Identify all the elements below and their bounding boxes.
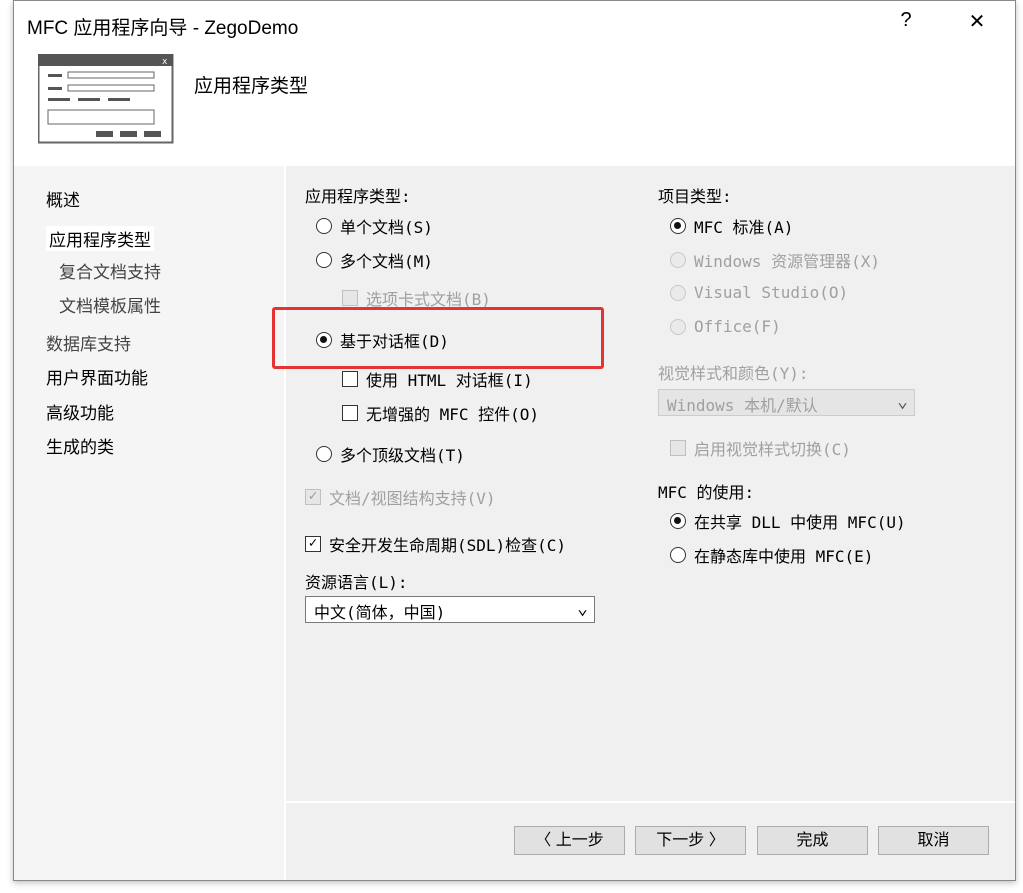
mfc-use-label: MFC 的使用: bbox=[658, 483, 755, 502]
checkbox-html-dialog[interactable]: 使用 HTML 对话框(I) bbox=[342, 367, 533, 391]
divider bbox=[286, 801, 1015, 803]
sidebar: 概述 应用程序类型 复合文档支持 文档模板属性 数据库支持 用户界面功能 高级功… bbox=[14, 166, 284, 880]
style-select[interactable]: Windows 本机/默认 ⌄ bbox=[658, 389, 915, 416]
finish-button[interactable]: 完成 bbox=[757, 826, 868, 855]
lang-label: 资源语言(L): bbox=[305, 573, 408, 592]
radio-icon bbox=[316, 218, 332, 234]
window-title: MFC 应用程序向导 - ZegoDemo bbox=[27, 18, 299, 39]
checkbox-icon: ✓ bbox=[305, 536, 321, 552]
checkbox-style-switch[interactable]: 启用视觉样式切换(C) bbox=[670, 436, 851, 460]
chevron-down-icon: ⌄ bbox=[897, 391, 908, 412]
help-button[interactable]: ? bbox=[891, 9, 921, 32]
checkbox-icon bbox=[342, 290, 358, 306]
checkbox-no-enhanced[interactable]: 无增强的 MFC 控件(O) bbox=[342, 401, 539, 425]
label: 使用 HTML 对话框(I) bbox=[366, 371, 533, 390]
checkbox-icon bbox=[342, 371, 358, 387]
content-panel: 应用程序类型: 单个文档(S) 多个文档(M) 选项卡式文档(B) 基于对话框(… bbox=[272, 166, 1015, 880]
next-button[interactable]: 下一步 〉 bbox=[635, 826, 746, 855]
close-button[interactable]: ✕ bbox=[962, 9, 992, 34]
label: 安全开发生命周期(SDL)检查(C) bbox=[329, 536, 567, 555]
radio-icon bbox=[316, 446, 332, 462]
nav-doc-template[interactable]: 文档模板属性 bbox=[59, 292, 161, 317]
radio-static-lib[interactable]: 在静态库中使用 MFC(E) bbox=[670, 543, 873, 567]
radio-icon bbox=[670, 284, 686, 301]
select-value: Windows 本机/默认 bbox=[667, 396, 818, 415]
checkbox-icon bbox=[342, 405, 358, 421]
label: MFC 标准(A) bbox=[694, 218, 794, 237]
project-type-label: 项目类型: bbox=[658, 187, 732, 206]
label: Visual Studio(O) bbox=[694, 283, 849, 302]
radio-multi-top[interactable]: 多个顶级文档(T) bbox=[316, 442, 465, 466]
prev-button[interactable]: 〈 上一步 bbox=[514, 826, 625, 855]
label: Office(F) bbox=[694, 317, 781, 336]
nav-advanced[interactable]: 高级功能 bbox=[46, 399, 114, 424]
radio-icon bbox=[316, 252, 332, 268]
checkbox-sdl[interactable]: ✓ 安全开发生命周期(SDL)检查(C) bbox=[305, 532, 566, 556]
label: 文档/视图结构支持(V) bbox=[329, 489, 496, 508]
radio-explorer[interactable]: Windows 资源管理器(X) bbox=[670, 248, 880, 272]
cancel-button[interactable]: 取消 bbox=[878, 826, 989, 855]
radio-multi-doc[interactable]: 多个文档(M) bbox=[316, 248, 433, 272]
label: 单个文档(S) bbox=[340, 218, 433, 237]
label: 启用视觉样式切换(C) bbox=[694, 440, 851, 459]
radio-icon bbox=[670, 252, 686, 268]
highlight-box bbox=[272, 307, 604, 369]
wizard-dialog: MFC 应用程序向导 - ZegoDemo ? ✕ x 应用程序类型 概述 应用… bbox=[13, 0, 1016, 881]
radio-single-doc[interactable]: 单个文档(S) bbox=[316, 214, 433, 238]
label: 无增强的 MFC 控件(O) bbox=[366, 405, 540, 424]
checkbox-icon: ✓ bbox=[305, 489, 321, 505]
radio-mfc-standard[interactable]: MFC 标准(A) bbox=[670, 214, 793, 238]
lang-select[interactable]: 中文(简体，中国) ⌄ bbox=[305, 596, 595, 623]
nav-compound-doc[interactable]: 复合文档支持 bbox=[59, 258, 161, 283]
radio-office[interactable]: Office(F) bbox=[670, 317, 781, 336]
label: 在静态库中使用 MFC(E) bbox=[694, 547, 874, 566]
label: 多个顶级文档(T) bbox=[340, 446, 465, 465]
nav-ui-features[interactable]: 用户界面功能 bbox=[46, 364, 148, 389]
radio-visual-studio[interactable]: Visual Studio(O) bbox=[670, 283, 848, 302]
svg-text:x: x bbox=[162, 57, 168, 67]
label: 多个文档(M) bbox=[340, 252, 433, 271]
app-type-label: 应用程序类型: bbox=[305, 187, 411, 206]
radio-icon bbox=[670, 513, 686, 529]
nav-generated-classes[interactable]: 生成的类 bbox=[46, 433, 114, 458]
nav-app-type[interactable]: 应用程序类型 bbox=[46, 226, 154, 251]
chevron-down-icon: ⌄ bbox=[577, 598, 588, 619]
checkbox-icon bbox=[670, 440, 686, 456]
checkbox-docview[interactable]: ✓ 文档/视图结构支持(V) bbox=[305, 485, 496, 509]
label: Windows 资源管理器(X) bbox=[694, 252, 880, 271]
nav-overview[interactable]: 概述 bbox=[46, 186, 80, 211]
label: 在共享 DLL 中使用 MFC(U) bbox=[694, 513, 906, 532]
page-title: 应用程序类型 bbox=[194, 76, 309, 97]
radio-icon bbox=[670, 218, 686, 234]
nav-database[interactable]: 数据库支持 bbox=[46, 330, 131, 355]
radio-shared-dll[interactable]: 在共享 DLL 中使用 MFC(U) bbox=[670, 509, 906, 533]
radio-icon bbox=[670, 318, 686, 335]
style-label: 视觉样式和颜色(Y): bbox=[658, 364, 809, 383]
radio-icon bbox=[670, 547, 686, 563]
select-value: 中文(简体，中国) bbox=[314, 603, 446, 622]
dialog-illustration-icon: x bbox=[38, 54, 174, 144]
